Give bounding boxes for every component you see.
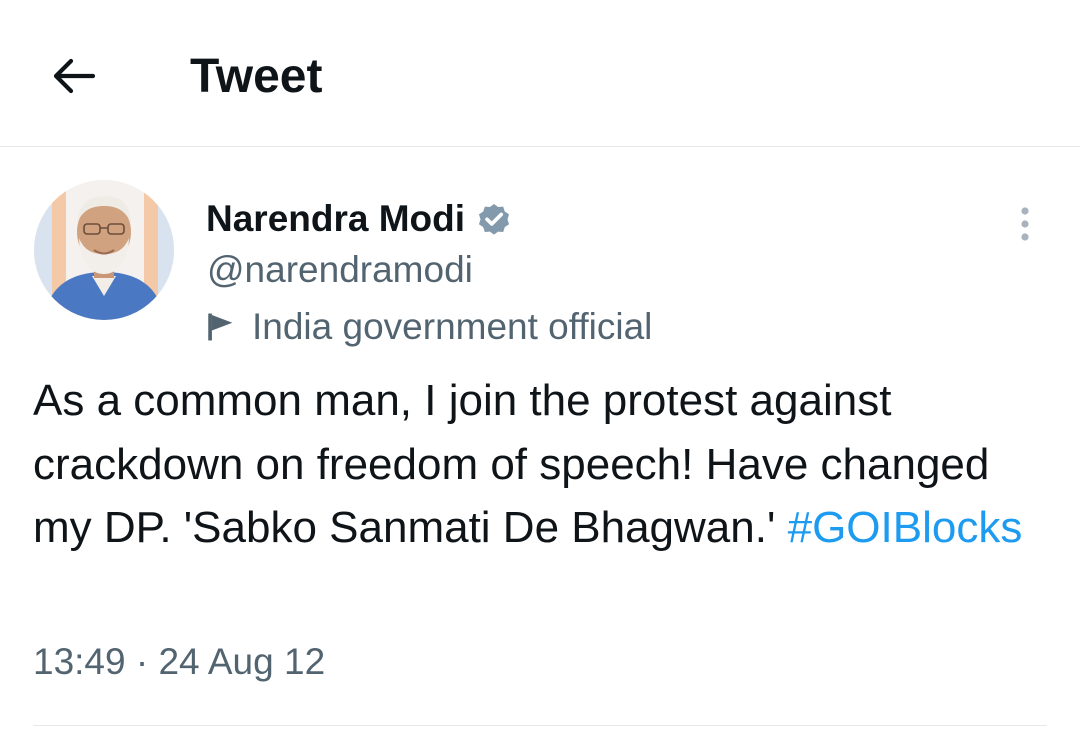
avatar[interactable] <box>34 180 174 320</box>
author-name-row[interactable]: Narendra Modi <box>206 195 513 243</box>
affiliation-label-text: India government official <box>252 306 653 347</box>
divider <box>33 725 1047 726</box>
tweet-date: 24 Aug 12 <box>158 641 326 682</box>
tweet-time: 13:49 <box>33 641 126 682</box>
hashtag-link[interactable]: #GOIBlocks <box>788 503 1023 552</box>
author-handle[interactable]: @narendramodi <box>207 249 473 291</box>
tweet-timestamp[interactable]: 13:49 · 24 Aug 12 <box>33 641 325 683</box>
tweet: Narendra Modi @narendramodi India govern… <box>0 147 1080 731</box>
top-bar: Tweet <box>0 0 1080 147</box>
tweet-text: As a common man, I join the protest agai… <box>33 369 1043 560</box>
profile-photo <box>34 180 174 320</box>
verified-badge-icon <box>475 200 513 238</box>
timestamp-separator: · <box>135 641 149 682</box>
flag-icon <box>204 310 238 344</box>
arrow-left-icon <box>53 58 96 94</box>
more-vertical-icon <box>1021 207 1029 241</box>
affiliation-label[interactable]: India government official <box>204 303 652 351</box>
author-name[interactable]: Narendra Modi <box>206 198 465 240</box>
more-options-button[interactable] <box>1008 202 1042 246</box>
page-title: Tweet <box>190 50 323 103</box>
back-button[interactable] <box>44 48 104 104</box>
